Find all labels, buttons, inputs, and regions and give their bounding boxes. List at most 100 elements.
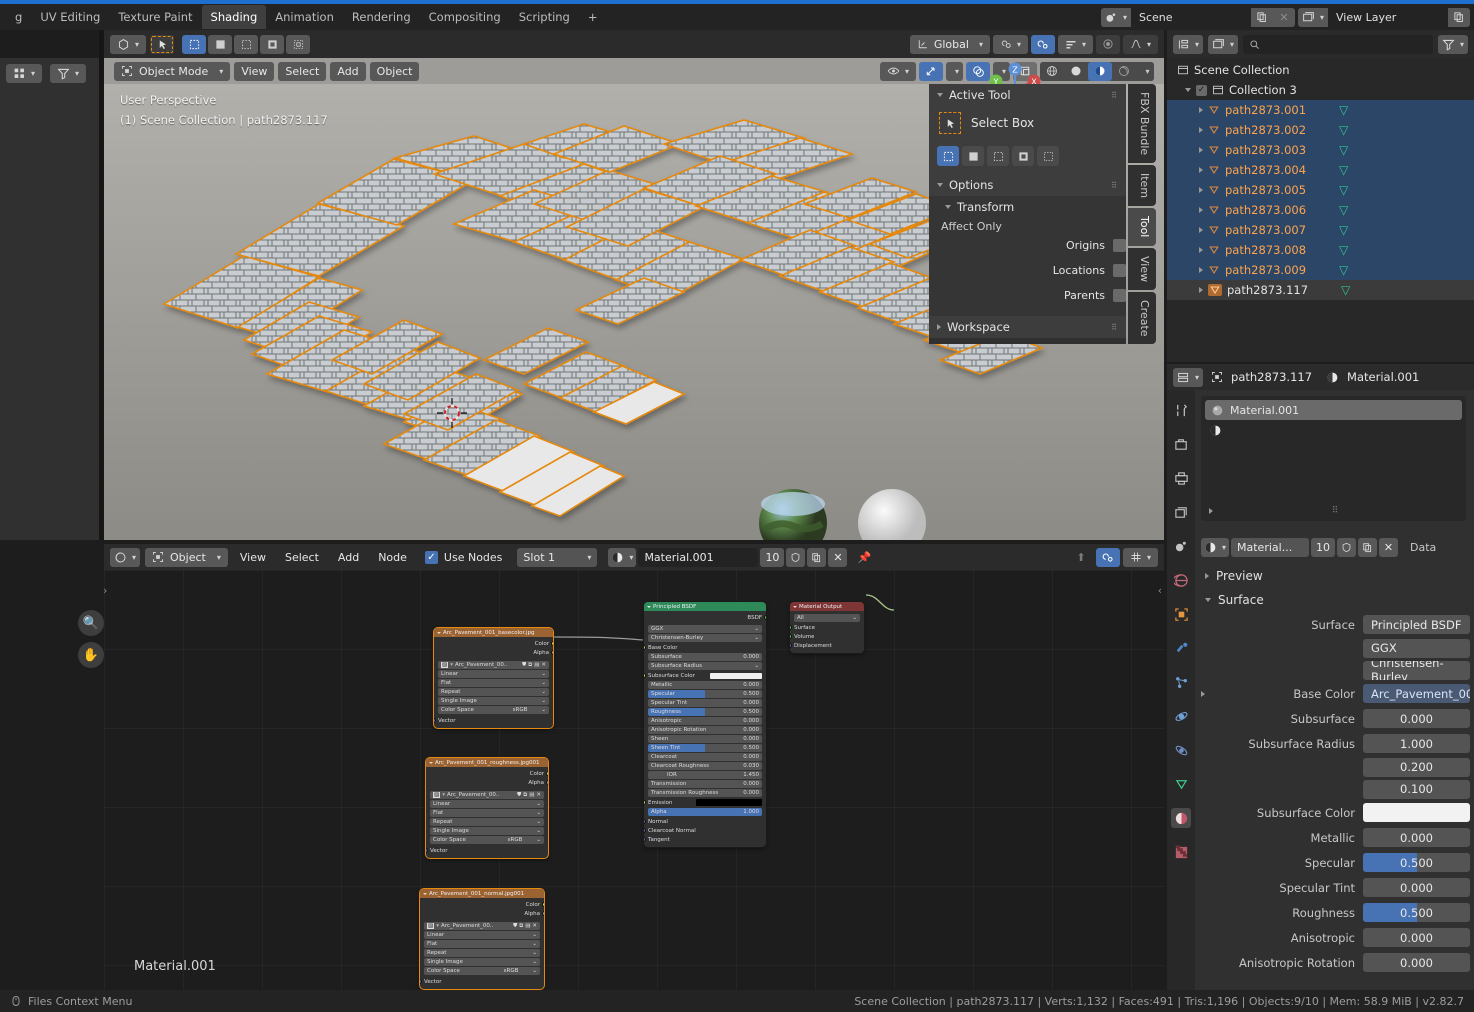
prop-value-anisotropic-rotation[interactable]: 0.000 (1363, 953, 1470, 972)
node-header[interactable]: Arc_Pavement_001_basecolor.jpg (434, 628, 553, 637)
node-input-subsurface-radius[interactable]: Subsurface Radius ⌄ (648, 662, 762, 670)
outliner-editor-type-button[interactable]: ▾ (1173, 34, 1204, 54)
properties-tab-physics[interactable] (1171, 706, 1191, 726)
options-section-header[interactable]: Options ⠿ (929, 174, 1126, 196)
display-mode-button[interactable]: ▾ (6, 64, 43, 83)
outliner-row-object[interactable]: path2873.006 ▽ (1167, 200, 1474, 220)
snap-toggle-button[interactable] (1030, 34, 1055, 54)
shading-material-preview-button[interactable] (1088, 61, 1112, 81)
prop-value-subsurface-color-swatch[interactable] (1363, 803, 1470, 822)
node-input-volume[interactable]: Volume (790, 632, 864, 641)
node-input-subsurface[interactable]: Subsurface 0.000 (648, 653, 762, 661)
chevron-right-icon[interactable] (1199, 147, 1203, 153)
mesh-data-icon[interactable]: ▽ (1341, 283, 1350, 297)
go-to-parent-node-tree-icon[interactable]: ⬆ (1069, 548, 1093, 567)
node-output-color[interactable]: Color (426, 769, 548, 778)
shader-sidebar-toggle[interactable]: › (103, 584, 107, 597)
unlink-material-icon[interactable]: ✕ (1379, 537, 1399, 557)
node-input-vector[interactable]: Vector (426, 846, 548, 855)
mesh-data-icon[interactable]: ▽ (1339, 143, 1348, 157)
node-input-clearcoat-roughness[interactable]: Clearcoat Roughness 0.030 (648, 762, 762, 770)
socket-emission-in[interactable] (644, 800, 646, 805)
viewport-menu-object[interactable]: Object (369, 61, 420, 81)
open-image-icon[interactable]: ▤ (529, 792, 534, 799)
node-input-displacement[interactable]: Displacement (790, 641, 864, 650)
shader-editor-type-button[interactable]: ▾ (110, 547, 141, 567)
proportional-falloff-icon[interactable] (1095, 34, 1120, 54)
node-input-sheen-tint[interactable]: Sheen Tint 0.500 (648, 744, 762, 752)
prop-value-base-color[interactable]: Arc_Pavement_001_... (1363, 684, 1470, 703)
properties-tab-particles[interactable] (1171, 672, 1191, 692)
node-header[interactable]: Arc_Pavement_001_normal.jpg001 (420, 889, 544, 898)
socket-vector-in[interactable] (420, 979, 422, 984)
unlink-image-icon[interactable]: ✕ (536, 792, 541, 799)
node-projection-dropdown[interactable]: Flat ⌄ (438, 679, 549, 687)
socket-vector-in[interactable] (434, 718, 436, 723)
properties-tab-texture[interactable] (1171, 842, 1191, 862)
mesh-data-icon[interactable]: ▽ (1339, 223, 1348, 237)
tool-mode-set-button[interactable] (937, 146, 959, 166)
gizmo-toggle-button[interactable] (918, 61, 943, 81)
node-snap-toggle-button[interactable] (1095, 547, 1120, 567)
material-slot-dropdown[interactable]: Slot 1 ▾ (517, 547, 598, 567)
shading-options-button[interactable]: ▾ (1136, 61, 1154, 81)
shader-material-users-count[interactable]: 10 (760, 547, 785, 567)
gizmo-options-button[interactable]: ▾ (945, 61, 963, 81)
properties-tab-modifiers[interactable] (1171, 638, 1191, 658)
chevron-down-icon[interactable] (647, 605, 651, 608)
workspace-tab-shading[interactable]: Shading (201, 5, 267, 29)
node-output-color[interactable]: Color (420, 900, 544, 909)
outliner-search-input[interactable] (1243, 34, 1433, 54)
fake-user-shield-icon[interactable]: ⛊ (522, 662, 526, 669)
material-users-count[interactable]: 10 (1311, 537, 1336, 557)
node-input-clearcoat[interactable]: Clearcoat 0.000 (648, 753, 762, 761)
socket-color-out[interactable] (551, 641, 553, 646)
node-emission-color-swatch[interactable] (696, 799, 762, 806)
node-projection-dropdown[interactable]: Flat ⌄ (430, 809, 544, 817)
node-interpolation-dropdown[interactable]: Linear ⌄ (430, 800, 544, 808)
workspace-tab-g[interactable]: g (6, 5, 31, 29)
fake-user-shield-icon[interactable] (1337, 537, 1357, 557)
collection-enable-checkbox[interactable]: ✓ (1196, 84, 1207, 96)
prop-value-subsurface-method[interactable]: Christensen-Burley (1363, 660, 1470, 680)
outliner-row-object[interactable]: path2873.002 ▽ (1167, 120, 1474, 140)
scene-unlink-icon[interactable]: ✕ (1272, 7, 1295, 27)
proportional-edit-button[interactable]: ▾ (1057, 34, 1093, 54)
properties-breadcrumb-object[interactable]: path2873.117 (1231, 370, 1312, 384)
prop-value-roughness[interactable]: 0.500 (1363, 903, 1470, 922)
outliner-row-object[interactable]: path2873.007 ▽ (1167, 220, 1474, 240)
node-input-alpha[interactable]: Alpha 1.000 (648, 808, 762, 816)
viewport-menu-select[interactable]: Select (278, 61, 327, 81)
select-mode-subtract-button[interactable] (234, 34, 259, 54)
node-image-datablock-row[interactable]: ▨ ▾ Arc_Pavement_00.. ⛊ ⧉ ▤ ✕ (438, 661, 549, 669)
chevron-down-icon[interactable] (429, 761, 433, 764)
socket-surface-in[interactable] (790, 625, 792, 630)
node-source-dropdown[interactable]: Single Image ⌄ (430, 827, 544, 835)
properties-tab-world[interactable] (1171, 570, 1191, 590)
new-material-icon[interactable] (1358, 537, 1378, 557)
node-snap-options-button[interactable]: ▾ (1122, 547, 1158, 567)
new-image-icon[interactable]: ⧉ (528, 662, 532, 669)
unlink-image-icon[interactable]: ✕ (541, 662, 546, 669)
unlink-material-icon[interactable]: ✕ (828, 547, 848, 567)
node-image-texture-normal[interactable]: Arc_Pavement_001_normal.jpg001 Color Alp… (420, 889, 544, 989)
filter-button[interactable]: ▾ (50, 64, 87, 83)
fake-user-shield-icon[interactable]: ⛊ (517, 792, 521, 799)
workspace-tab-scripting[interactable]: Scripting (510, 5, 579, 29)
node-input-anisotropic-rotation[interactable]: Anisotropic Rotation 0.000 (648, 726, 762, 734)
socket-alpha-out[interactable] (546, 780, 548, 785)
socket-displacement-in[interactable] (790, 643, 792, 648)
preview-section-header[interactable]: Preview (1195, 564, 1474, 588)
node-input-vector[interactable]: Vector (434, 716, 553, 725)
unlink-image-icon[interactable]: ✕ (532, 923, 537, 930)
socket-color-out[interactable] (546, 771, 548, 776)
viewport-menu-view[interactable]: View (234, 61, 275, 81)
node-image-datablock-row[interactable]: ▨ ▾ Arc_Pavement_00.. ⛊ ⧉ ▤ ✕ (424, 922, 540, 930)
node-output-color[interactable]: Color (434, 639, 553, 648)
shader-material-browse-button[interactable]: ▾ (608, 547, 637, 567)
workspace-tab-texture-paint[interactable]: Texture Paint (109, 5, 201, 29)
workspace-tab-add[interactable]: + (579, 5, 607, 29)
prop-value-surface[interactable]: Principled BSDF (1363, 615, 1470, 634)
socket-clearcoat-normal-in[interactable] (644, 828, 646, 833)
socket-volume-in[interactable] (790, 634, 792, 639)
